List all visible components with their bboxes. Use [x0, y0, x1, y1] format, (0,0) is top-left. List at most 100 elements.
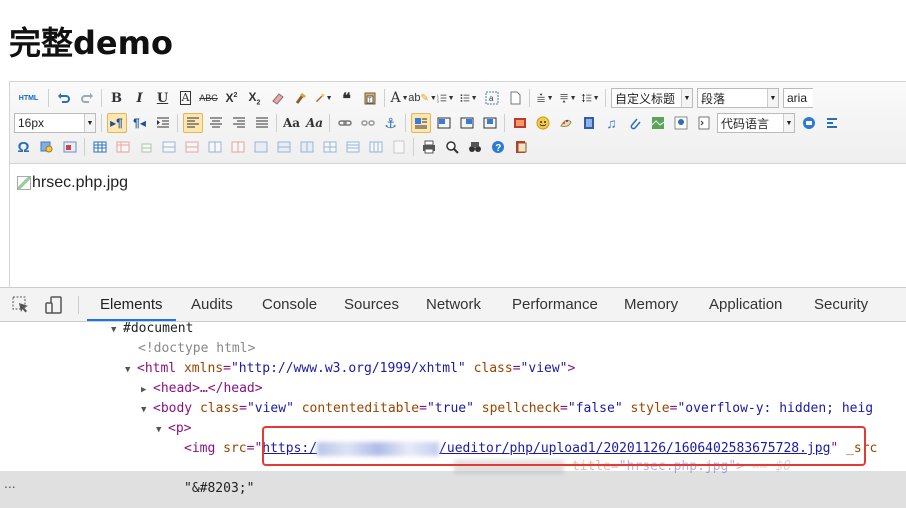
- dom-node-document[interactable]: ▼ #document: [111, 319, 193, 339]
- collapse-triangle-icon[interactable]: ▼: [125, 360, 137, 380]
- select-all-icon[interactable]: a: [482, 88, 502, 108]
- tab-memory[interactable]: Memory: [624, 288, 678, 321]
- tab-network[interactable]: Network: [426, 288, 481, 321]
- inspect-element-icon[interactable]: [11, 295, 31, 315]
- insert-row-icon[interactable]: [159, 137, 179, 157]
- align-left-icon[interactable]: [182, 113, 203, 133]
- image-left-float-icon[interactable]: [434, 113, 454, 133]
- expand-triangle-icon[interactable]: ▶: [141, 380, 153, 400]
- row-spacing-top-icon[interactable]: ▼: [535, 88, 555, 108]
- dom-node-html[interactable]: ▼ <html xmlns="http://www.w3.org/1999/xht…: [125, 359, 575, 379]
- font-border-icon[interactable]: A: [176, 88, 196, 108]
- font-family-select[interactable]: aria: [783, 88, 813, 108]
- music-icon[interactable]: ♫: [602, 113, 622, 133]
- tab-console[interactable]: Console: [262, 288, 317, 321]
- dom-node-doctype[interactable]: <!doctype html>: [138, 339, 255, 359]
- undo-icon[interactable]: [54, 88, 74, 108]
- gmap-icon[interactable]: [671, 113, 691, 133]
- preview-icon[interactable]: [442, 137, 462, 157]
- align-right-icon[interactable]: [229, 113, 249, 133]
- lowercase-icon[interactable]: Aa: [305, 113, 325, 133]
- underline-icon[interactable]: U: [153, 88, 173, 108]
- strikethrough-icon[interactable]: ABC: [199, 88, 219, 108]
- word-image-icon[interactable]: [60, 137, 80, 157]
- tab-security[interactable]: Security: [814, 288, 868, 321]
- split-to-cols-icon[interactable]: [366, 137, 386, 157]
- merge-cells-icon[interactable]: [251, 137, 271, 157]
- chart-icon[interactable]: [389, 137, 409, 157]
- tab-sources[interactable]: Sources: [344, 288, 399, 321]
- template-icon[interactable]: [822, 113, 842, 133]
- dom-node-body[interactable]: ▼ <body class="view" contenteditable="tru…: [141, 399, 873, 419]
- autosave-icon[interactable]: [511, 137, 531, 157]
- tab-application[interactable]: Application: [709, 288, 782, 321]
- collapse-triangle-icon[interactable]: ▼: [156, 420, 168, 440]
- redo-icon[interactable]: [77, 88, 97, 108]
- rtl-direction-icon[interactable]: ¶◂: [130, 113, 150, 133]
- image-right-float-icon[interactable]: [457, 113, 477, 133]
- print-icon[interactable]: [419, 137, 439, 157]
- insert-video-icon[interactable]: [579, 113, 599, 133]
- editor-content-area[interactable]: hrsec.php.jpg: [10, 164, 906, 288]
- align-justify-icon[interactable]: [252, 113, 272, 133]
- image-center-icon[interactable]: [480, 113, 500, 133]
- split-to-rows-icon[interactable]: [343, 137, 363, 157]
- tab-performance[interactable]: Performance: [512, 288, 598, 321]
- node-actions-ellipsis[interactable]: ...: [4, 475, 16, 491]
- broken-image[interactable]: hrsec.php.jpg: [17, 174, 128, 192]
- dom-node-p[interactable]: ▼ <p>: [156, 419, 191, 439]
- attachment-icon[interactable]: [625, 113, 645, 133]
- tab-audits[interactable]: Audits: [191, 288, 233, 321]
- superscript-icon[interactable]: X2: [222, 88, 242, 108]
- delete-row-icon[interactable]: [182, 137, 202, 157]
- font-size-select[interactable]: 16px ▼: [14, 113, 96, 133]
- split-to-cells-icon[interactable]: [320, 137, 340, 157]
- image-none-float-icon[interactable]: [410, 113, 431, 133]
- bold-icon[interactable]: B: [107, 88, 127, 108]
- device-toolbar-icon[interactable]: [44, 295, 64, 315]
- row-spacing-bottom-icon[interactable]: ▼: [558, 88, 578, 108]
- delete-table-icon[interactable]: [113, 137, 133, 157]
- insert-code-icon[interactable]: [694, 113, 714, 133]
- blockquote-icon[interactable]: ❝: [337, 88, 357, 108]
- search-replace-icon[interactable]: [37, 137, 57, 157]
- line-height-icon[interactable]: ▼: [581, 88, 601, 108]
- scrawl-icon[interactable]: [556, 113, 576, 133]
- anchor-icon[interactable]: ⚓: [381, 113, 401, 133]
- insert-col-icon[interactable]: [205, 137, 225, 157]
- emotion-icon[interactable]: [533, 113, 553, 133]
- clear-doc-icon[interactable]: [505, 88, 525, 108]
- link-icon[interactable]: [335, 113, 355, 133]
- merge-down-icon[interactable]: [297, 137, 317, 157]
- paragraph-format-select[interactable]: 段落 ▼: [697, 88, 779, 108]
- dom-node-head[interactable]: ▶ <head>…</head>: [141, 379, 263, 399]
- special-chars-icon[interactable]: Ω: [14, 137, 34, 157]
- unordered-list-icon[interactable]: ▼: [459, 88, 479, 108]
- font-color-icon[interactable]: A ▼: [390, 88, 410, 108]
- background-color-icon[interactable]: ab ✎ ▼: [408, 88, 437, 108]
- ordered-list-icon[interactable]: 1 2 3 ▼: [436, 88, 456, 108]
- collapse-triangle-icon[interactable]: ▼: [111, 320, 123, 340]
- delete-col-icon[interactable]: [228, 137, 248, 157]
- merge-right-icon[interactable]: [274, 137, 294, 157]
- italic-icon[interactable]: I: [130, 88, 150, 108]
- subscript-icon[interactable]: X2: [245, 88, 265, 108]
- dom-node-text[interactable]: "&#8203;": [184, 479, 254, 499]
- paste-plain-icon[interactable]: T: [360, 88, 380, 108]
- indent-icon[interactable]: [153, 113, 173, 133]
- eraser-icon[interactable]: [268, 88, 288, 108]
- uppercase-icon[interactable]: Aa: [282, 113, 302, 133]
- insert-paragraph-before-table-icon[interactable]: [136, 137, 156, 157]
- html-source-button[interactable]: HTML: [14, 88, 44, 108]
- help-icon[interactable]: ?: [488, 137, 508, 157]
- simple-upload-icon[interactable]: [510, 113, 530, 133]
- insert-table-icon[interactable]: [90, 137, 110, 157]
- collapse-triangle-icon[interactable]: ▼: [141, 400, 153, 420]
- code-language-select[interactable]: 代码语言 ▼: [717, 113, 795, 133]
- auto-typeset-icon[interactable]: ▼: [314, 88, 334, 108]
- map-icon[interactable]: [648, 113, 668, 133]
- align-center-icon[interactable]: [206, 113, 226, 133]
- custom-title-select[interactable]: 自定义标题 ▼: [611, 88, 693, 108]
- unlink-icon[interactable]: [358, 113, 378, 133]
- page-break-icon[interactable]: [799, 113, 819, 133]
